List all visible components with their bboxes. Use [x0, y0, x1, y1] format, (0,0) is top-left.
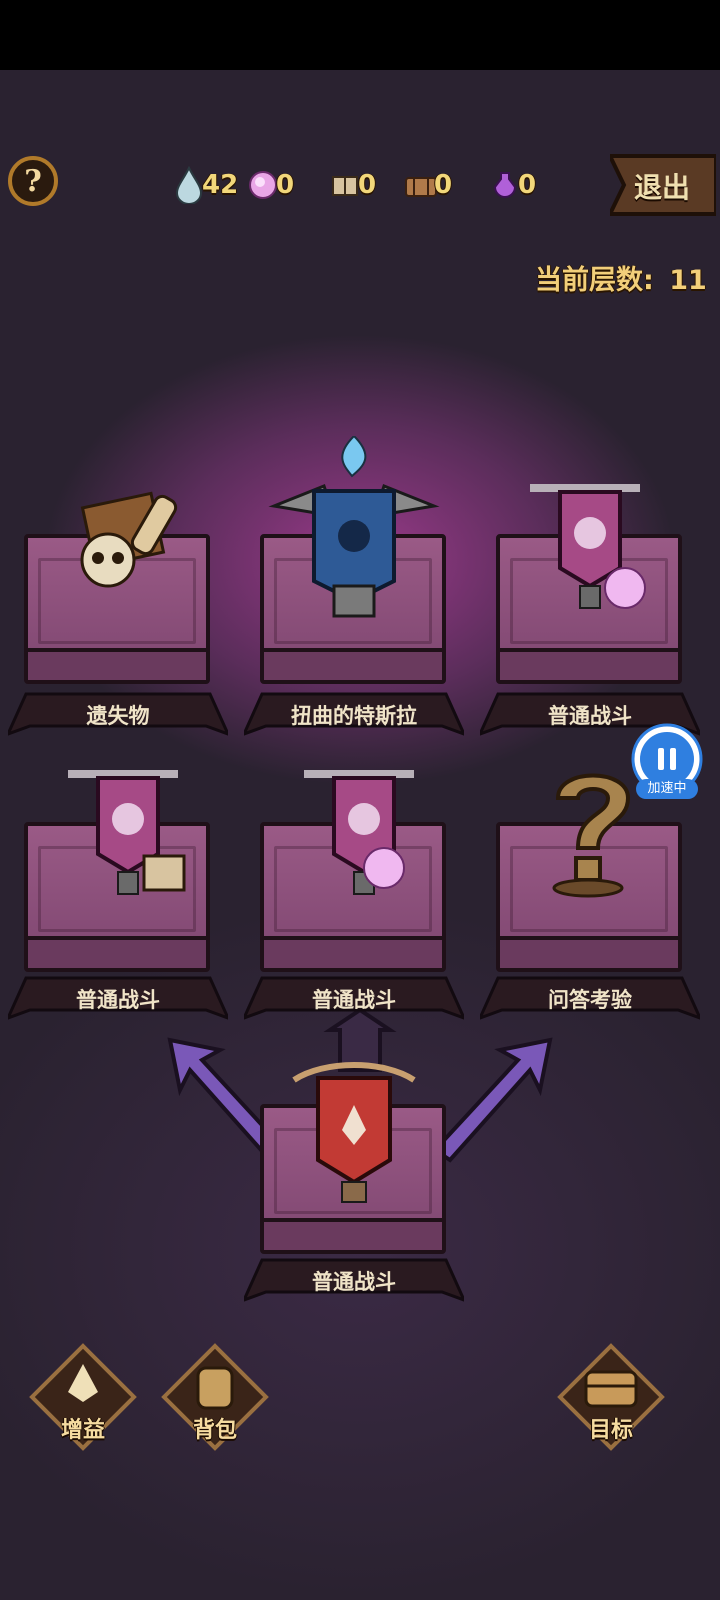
node-battle-3[interactable] — [254, 770, 450, 978]
pause-icon — [631, 723, 703, 784]
skull-scroll-icon — [80, 491, 178, 588]
node-battle-1[interactable] — [490, 484, 686, 690]
resource-parcel: 0 — [328, 160, 376, 210]
goal-button[interactable]: 目标 — [556, 1342, 666, 1452]
node-twisted-tesla[interactable] — [254, 436, 450, 690]
node-label-banner: 扭曲的特斯拉 — [244, 690, 464, 742]
status-bar — [0, 0, 720, 70]
node-label-banner: 普通战斗 — [244, 974, 464, 1026]
boss-banner-icon — [268, 436, 440, 618]
potion-icon — [488, 167, 522, 203]
node-battle-2[interactable] — [18, 770, 214, 978]
battle-banner-parcel-icon — [68, 770, 186, 895]
node-label-banner: 遗失物 — [8, 690, 228, 742]
resource-water: 42 — [172, 160, 238, 210]
water-drop-icon — [172, 166, 206, 204]
node-quiz[interactable] — [490, 773, 686, 978]
resource-potion: 0 — [488, 160, 536, 210]
current-floor: 当前层数: 11 — [535, 265, 707, 296]
exit-button[interactable]: 退出 — [610, 154, 716, 216]
node-label-banner: 普通战斗 — [244, 1256, 464, 1308]
node-current-battle[interactable] — [254, 1062, 450, 1260]
help-button[interactable]: ? — [8, 156, 58, 206]
resource-orb: 0 — [246, 160, 294, 210]
speed-up-overlay[interactable]: 加速中 — [628, 722, 706, 802]
resource-chest: 0 — [404, 160, 452, 210]
bag-button[interactable]: 背包 — [160, 1342, 270, 1452]
pink-orb-icon — [246, 167, 280, 203]
battle-banner-orb-icon — [530, 484, 646, 609]
parcel-icon — [328, 167, 362, 203]
current-red-banner-icon — [292, 1062, 416, 1203]
node-label-banner: 普通战斗 — [8, 974, 228, 1026]
chest-icon — [404, 167, 438, 203]
node-label-banner: 问答考验 — [480, 974, 700, 1026]
node-lost-item[interactable] — [18, 491, 214, 690]
buff-button[interactable]: 增益 — [28, 1342, 138, 1452]
battle-banner-orb-icon — [304, 770, 414, 895]
